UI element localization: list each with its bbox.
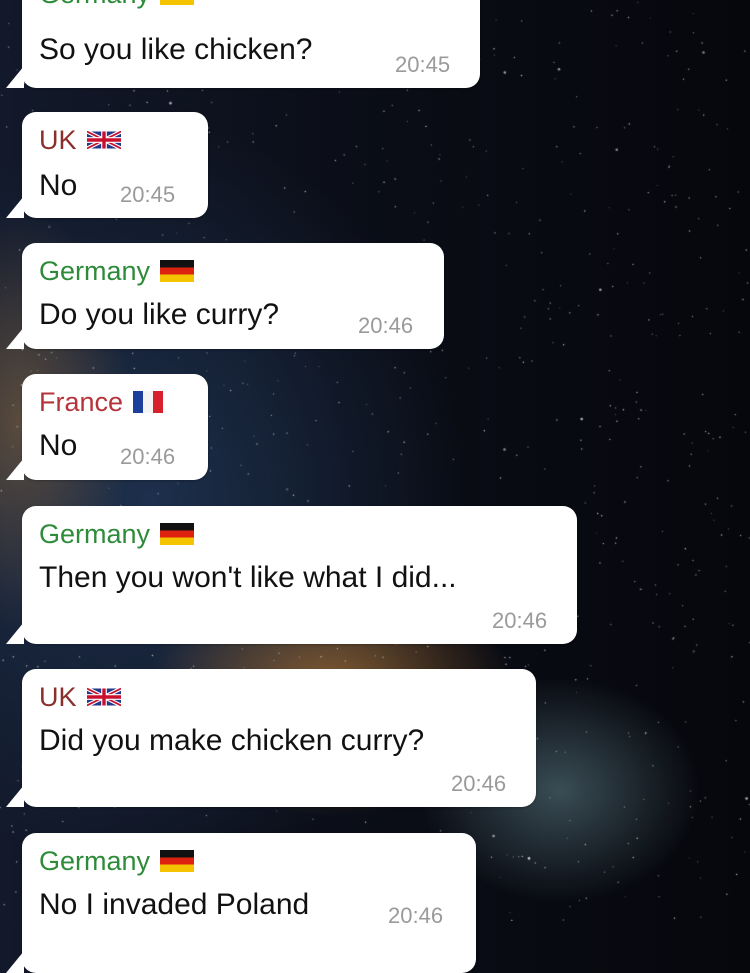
france-flag-icon bbox=[133, 390, 164, 413]
sender-name: Germany bbox=[39, 518, 195, 550]
sender-name: Germany bbox=[39, 845, 195, 877]
message-bubble[interactable]: France No 20:46 bbox=[6, 374, 208, 480]
message-bubble[interactable]: Germany So you like chicken? 20:45 bbox=[6, 0, 480, 88]
message-timestamp: 20:45 bbox=[395, 52, 451, 77]
message-timestamp: 20:45 bbox=[120, 182, 176, 207]
message-bubble[interactable]: Germany Then you won't like what I did..… bbox=[6, 506, 577, 644]
message-text: No I invaded Poland bbox=[39, 888, 310, 921]
germany-flag-icon bbox=[160, 259, 195, 282]
message-bubble[interactable]: UK No 20:45 bbox=[6, 112, 208, 218]
message-text: Then you won't like what I did... bbox=[39, 561, 457, 594]
germany-flag-icon bbox=[160, 522, 195, 545]
message-text: Did you make chicken curry? bbox=[39, 724, 425, 757]
message-timestamp: 20:46 bbox=[492, 608, 548, 633]
sender-name: Germany bbox=[39, 255, 195, 287]
sender-name: UK bbox=[39, 681, 121, 713]
message-timestamp: 20:46 bbox=[358, 313, 414, 338]
message-text: No bbox=[39, 429, 78, 462]
sender-name: UK bbox=[39, 124, 121, 156]
message-bubble[interactable]: Germany No I invaded Poland 20:46 bbox=[6, 833, 476, 973]
message-text: No bbox=[39, 169, 78, 202]
message-text: So you like chicken? bbox=[39, 33, 313, 66]
message-timestamp: 20:46 bbox=[388, 903, 444, 928]
message-text: Do you like curry? bbox=[39, 298, 280, 331]
message-bubble[interactable]: UK Did you make chicken curry? 20:46 bbox=[6, 669, 536, 807]
germany-flag-icon bbox=[160, 0, 195, 5]
message-bubble[interactable]: Germany Do you like curry? 20:46 bbox=[6, 243, 444, 349]
germany-flag-icon bbox=[160, 849, 195, 872]
uk-flag-icon bbox=[86, 129, 121, 151]
message-timestamp: 20:46 bbox=[451, 771, 507, 796]
sender-name: Germany bbox=[39, 0, 195, 10]
message-timestamp: 20:46 bbox=[120, 444, 176, 469]
sender-name: France bbox=[39, 386, 164, 418]
uk-flag-icon bbox=[86, 686, 121, 708]
